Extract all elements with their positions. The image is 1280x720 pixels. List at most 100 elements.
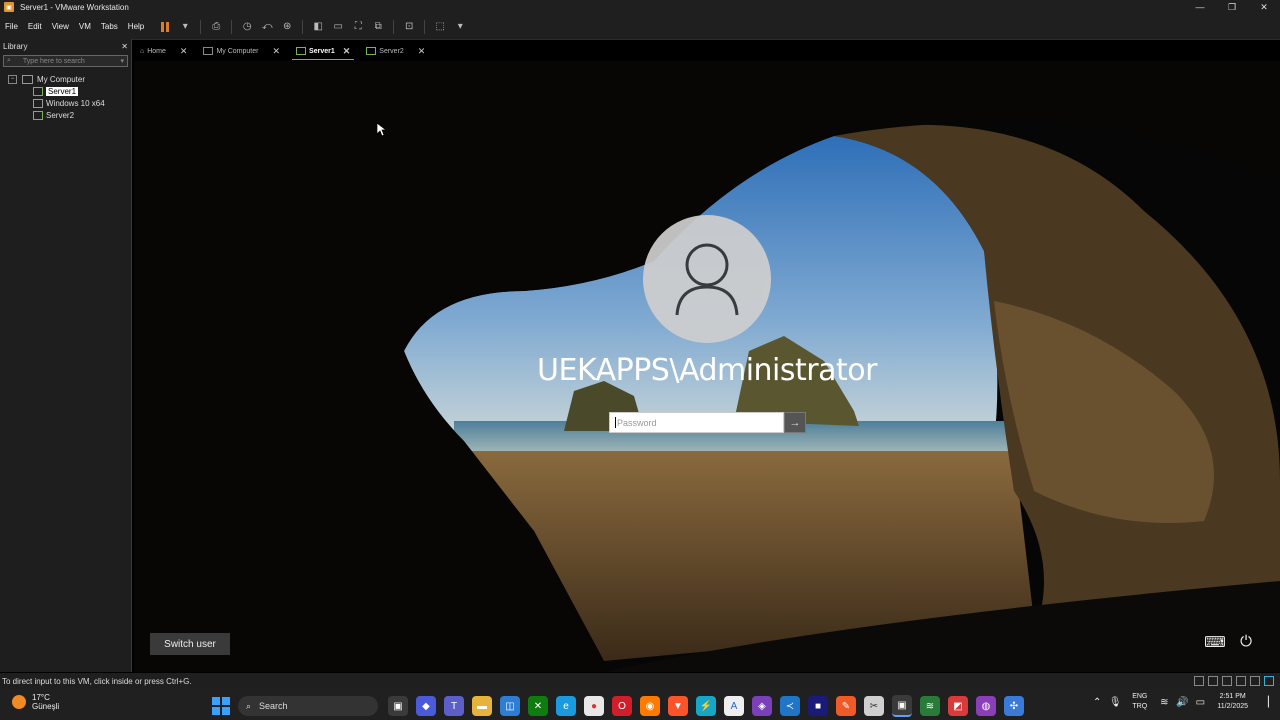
search-dropdown-icon[interactable]: ▾ bbox=[120, 57, 124, 65]
collapse-icon[interactable]: − bbox=[8, 74, 17, 84]
vpn-app-icon[interactable]: A bbox=[724, 696, 744, 716]
bolt-app-icon[interactable]: ⚡ bbox=[696, 696, 716, 716]
usb-icon[interactable] bbox=[1222, 676, 1232, 686]
unity-icon[interactable]: ⧉ bbox=[370, 19, 386, 35]
firefox-icon[interactable]: ◉ bbox=[640, 696, 660, 716]
weather-widget[interactable]: 17°C Güneşli bbox=[12, 693, 59, 711]
display-icon[interactable] bbox=[1250, 676, 1260, 686]
menu-bar: File Edit View VM Tabs Help ▾ ⎙ ◷ ⤺ ⊛ ◧ … bbox=[0, 14, 1280, 40]
sound-icon[interactable] bbox=[1236, 676, 1246, 686]
start-button[interactable] bbox=[212, 697, 230, 715]
postman-icon[interactable]: ✎ bbox=[836, 696, 856, 716]
file-explorer-icon[interactable]: ▬ bbox=[472, 696, 492, 716]
tree-item-server1[interactable]: Server1 bbox=[0, 85, 131, 97]
menu-vm[interactable]: VM bbox=[74, 22, 96, 31]
store-icon[interactable]: ◫ bbox=[500, 696, 520, 716]
mouse-cursor-icon bbox=[377, 123, 387, 137]
tree-item-my-computer[interactable]: − My Computer bbox=[0, 73, 131, 85]
tab-close-icon[interactable]: ✕ bbox=[343, 46, 351, 57]
password-field[interactable]: Password bbox=[609, 412, 784, 433]
vm-running-icon bbox=[33, 110, 43, 120]
vmware-taskbar-icon[interactable]: ▣ bbox=[892, 695, 912, 717]
teams-icon[interactable]: T bbox=[444, 696, 464, 716]
vscode-icon[interactable]: ≺ bbox=[780, 696, 800, 716]
notification-icon[interactable]: ▕ bbox=[1258, 697, 1272, 708]
tab-close-icon[interactable]: ✕ bbox=[180, 46, 188, 57]
menu-help[interactable]: Help bbox=[123, 22, 149, 31]
taskbar-search[interactable]: ⌕ Search bbox=[238, 696, 378, 716]
language-indicator[interactable]: ENG TRQ bbox=[1132, 692, 1147, 712]
dropdown-icon[interactable]: ▾ bbox=[177, 19, 193, 35]
revert-snapshot-icon[interactable]: ⤺ bbox=[259, 19, 275, 35]
computer-icon bbox=[22, 74, 33, 84]
wifi-icon[interactable]: ≋ bbox=[1157, 697, 1171, 708]
copilot-icon[interactable]: ◆ bbox=[416, 696, 436, 716]
library-search-input[interactable]: ⌕ Type here to search ▾ bbox=[3, 55, 128, 67]
tree-label: My Computer bbox=[37, 74, 86, 84]
task-view-icon[interactable]: ▣ bbox=[388, 696, 408, 716]
tab-server1[interactable]: Server1 ✕ bbox=[292, 43, 355, 60]
tree-item-server2[interactable]: Server2 bbox=[0, 109, 131, 121]
power-icon[interactable]: ⏻ bbox=[1235, 633, 1257, 655]
send-ctrl-alt-del-icon[interactable]: ⎙ bbox=[208, 19, 224, 35]
password-placeholder: Password bbox=[617, 417, 657, 428]
dropdown-icon[interactable]: ▾ bbox=[452, 19, 468, 35]
console-view-icon[interactable]: ⊡ bbox=[401, 19, 417, 35]
snipping-tool-icon[interactable]: ✂ bbox=[864, 696, 884, 716]
username-label: UEKAPPS\Administrator bbox=[537, 353, 877, 388]
snapshot-manager-icon[interactable]: ⊛ bbox=[279, 19, 295, 35]
snapshot-icon[interactable]: ◷ bbox=[239, 19, 255, 35]
tab-my-computer[interactable]: My Computer ✕ bbox=[199, 43, 284, 59]
chrome-icon[interactable]: ● bbox=[584, 696, 604, 716]
tab-label: Server1 bbox=[309, 47, 335, 55]
tree-item-windows10[interactable]: Windows 10 x64 bbox=[0, 97, 131, 109]
full-screen-icon[interactable]: ⛶ bbox=[350, 19, 366, 35]
media-app-icon[interactable]: ◍ bbox=[976, 696, 996, 716]
hdd-icon[interactable] bbox=[1194, 676, 1204, 686]
menu-tabs[interactable]: Tabs bbox=[96, 22, 123, 31]
clock[interactable]: 2:51 PM 11/2/2025 bbox=[1217, 692, 1248, 712]
xbox-icon[interactable]: ✕ bbox=[528, 696, 548, 716]
accessibility-icon[interactable]: ⌨ bbox=[1204, 633, 1226, 655]
vm-console[interactable]: UEKAPPS\Administrator Password → Switch … bbox=[134, 61, 1280, 672]
close-button[interactable]: ✕ bbox=[1248, 0, 1280, 14]
toolbar-separator bbox=[424, 19, 426, 34]
tab-close-icon[interactable]: ✕ bbox=[418, 46, 426, 57]
library-close-icon[interactable]: ✕ bbox=[121, 42, 128, 51]
show-library-icon[interactable]: ◧ bbox=[310, 19, 326, 35]
edge-icon[interactable]: e bbox=[556, 696, 576, 716]
pause-icon[interactable] bbox=[157, 19, 173, 35]
tab-close-icon[interactable]: ✕ bbox=[272, 46, 280, 57]
stretch-guest-icon[interactable]: ⬚ bbox=[432, 19, 448, 35]
microphone-icon[interactable]: 🎙 bbox=[1108, 697, 1122, 708]
search-icon: ⌕ bbox=[246, 700, 252, 711]
volume-icon[interactable]: 🔊 bbox=[1175, 697, 1189, 708]
system-tray: ⌃ 🎙 ENG TRQ ≋ 🔊 ▭ 2:51 PM 11/2/2025 ▕ bbox=[1088, 692, 1274, 712]
title-bar: ▣ Server1 - VMware Workstation — ❐ ✕ bbox=[0, 0, 1280, 14]
remote-app-icon[interactable]: ◩ bbox=[948, 696, 968, 716]
maximize-button[interactable]: ❐ bbox=[1216, 0, 1248, 14]
visual-studio-icon[interactable]: ◈ bbox=[752, 696, 772, 716]
tab-home[interactable]: ⌂ Home ✕ bbox=[136, 43, 191, 59]
lang-top: ENG bbox=[1132, 693, 1148, 700]
menu-edit[interactable]: Edit bbox=[23, 22, 47, 31]
network-icon[interactable] bbox=[1208, 676, 1218, 686]
chevron-up-icon[interactable]: ⌃ bbox=[1090, 697, 1104, 708]
tab-bar: ⌂ Home ✕ My Computer ✕ Server1 ✕ Server2… bbox=[136, 43, 437, 60]
thumbnail-bar-icon[interactable]: ▭ bbox=[330, 19, 346, 35]
tab-server2[interactable]: Server2 ✕ bbox=[362, 43, 429, 59]
network-app-icon[interactable]: ✣ bbox=[1004, 696, 1024, 716]
brave-icon[interactable]: ▼ bbox=[668, 696, 688, 716]
message-icon[interactable] bbox=[1264, 676, 1274, 686]
jetbrains-icon[interactable]: ■ bbox=[808, 696, 828, 716]
sql-tool-icon[interactable]: ≋ bbox=[920, 696, 940, 716]
menu-view[interactable]: View bbox=[47, 22, 74, 31]
opera-icon[interactable]: O bbox=[612, 696, 632, 716]
battery-icon[interactable]: ▭ bbox=[1193, 697, 1207, 708]
window-title: Server1 - VMware Workstation bbox=[20, 2, 129, 12]
computer-icon bbox=[203, 47, 214, 55]
menu-file[interactable]: File bbox=[0, 22, 23, 31]
submit-arrow-icon[interactable]: → bbox=[784, 412, 806, 433]
minimize-button[interactable]: — bbox=[1184, 0, 1216, 14]
switch-user-button[interactable]: Switch user bbox=[150, 633, 230, 655]
